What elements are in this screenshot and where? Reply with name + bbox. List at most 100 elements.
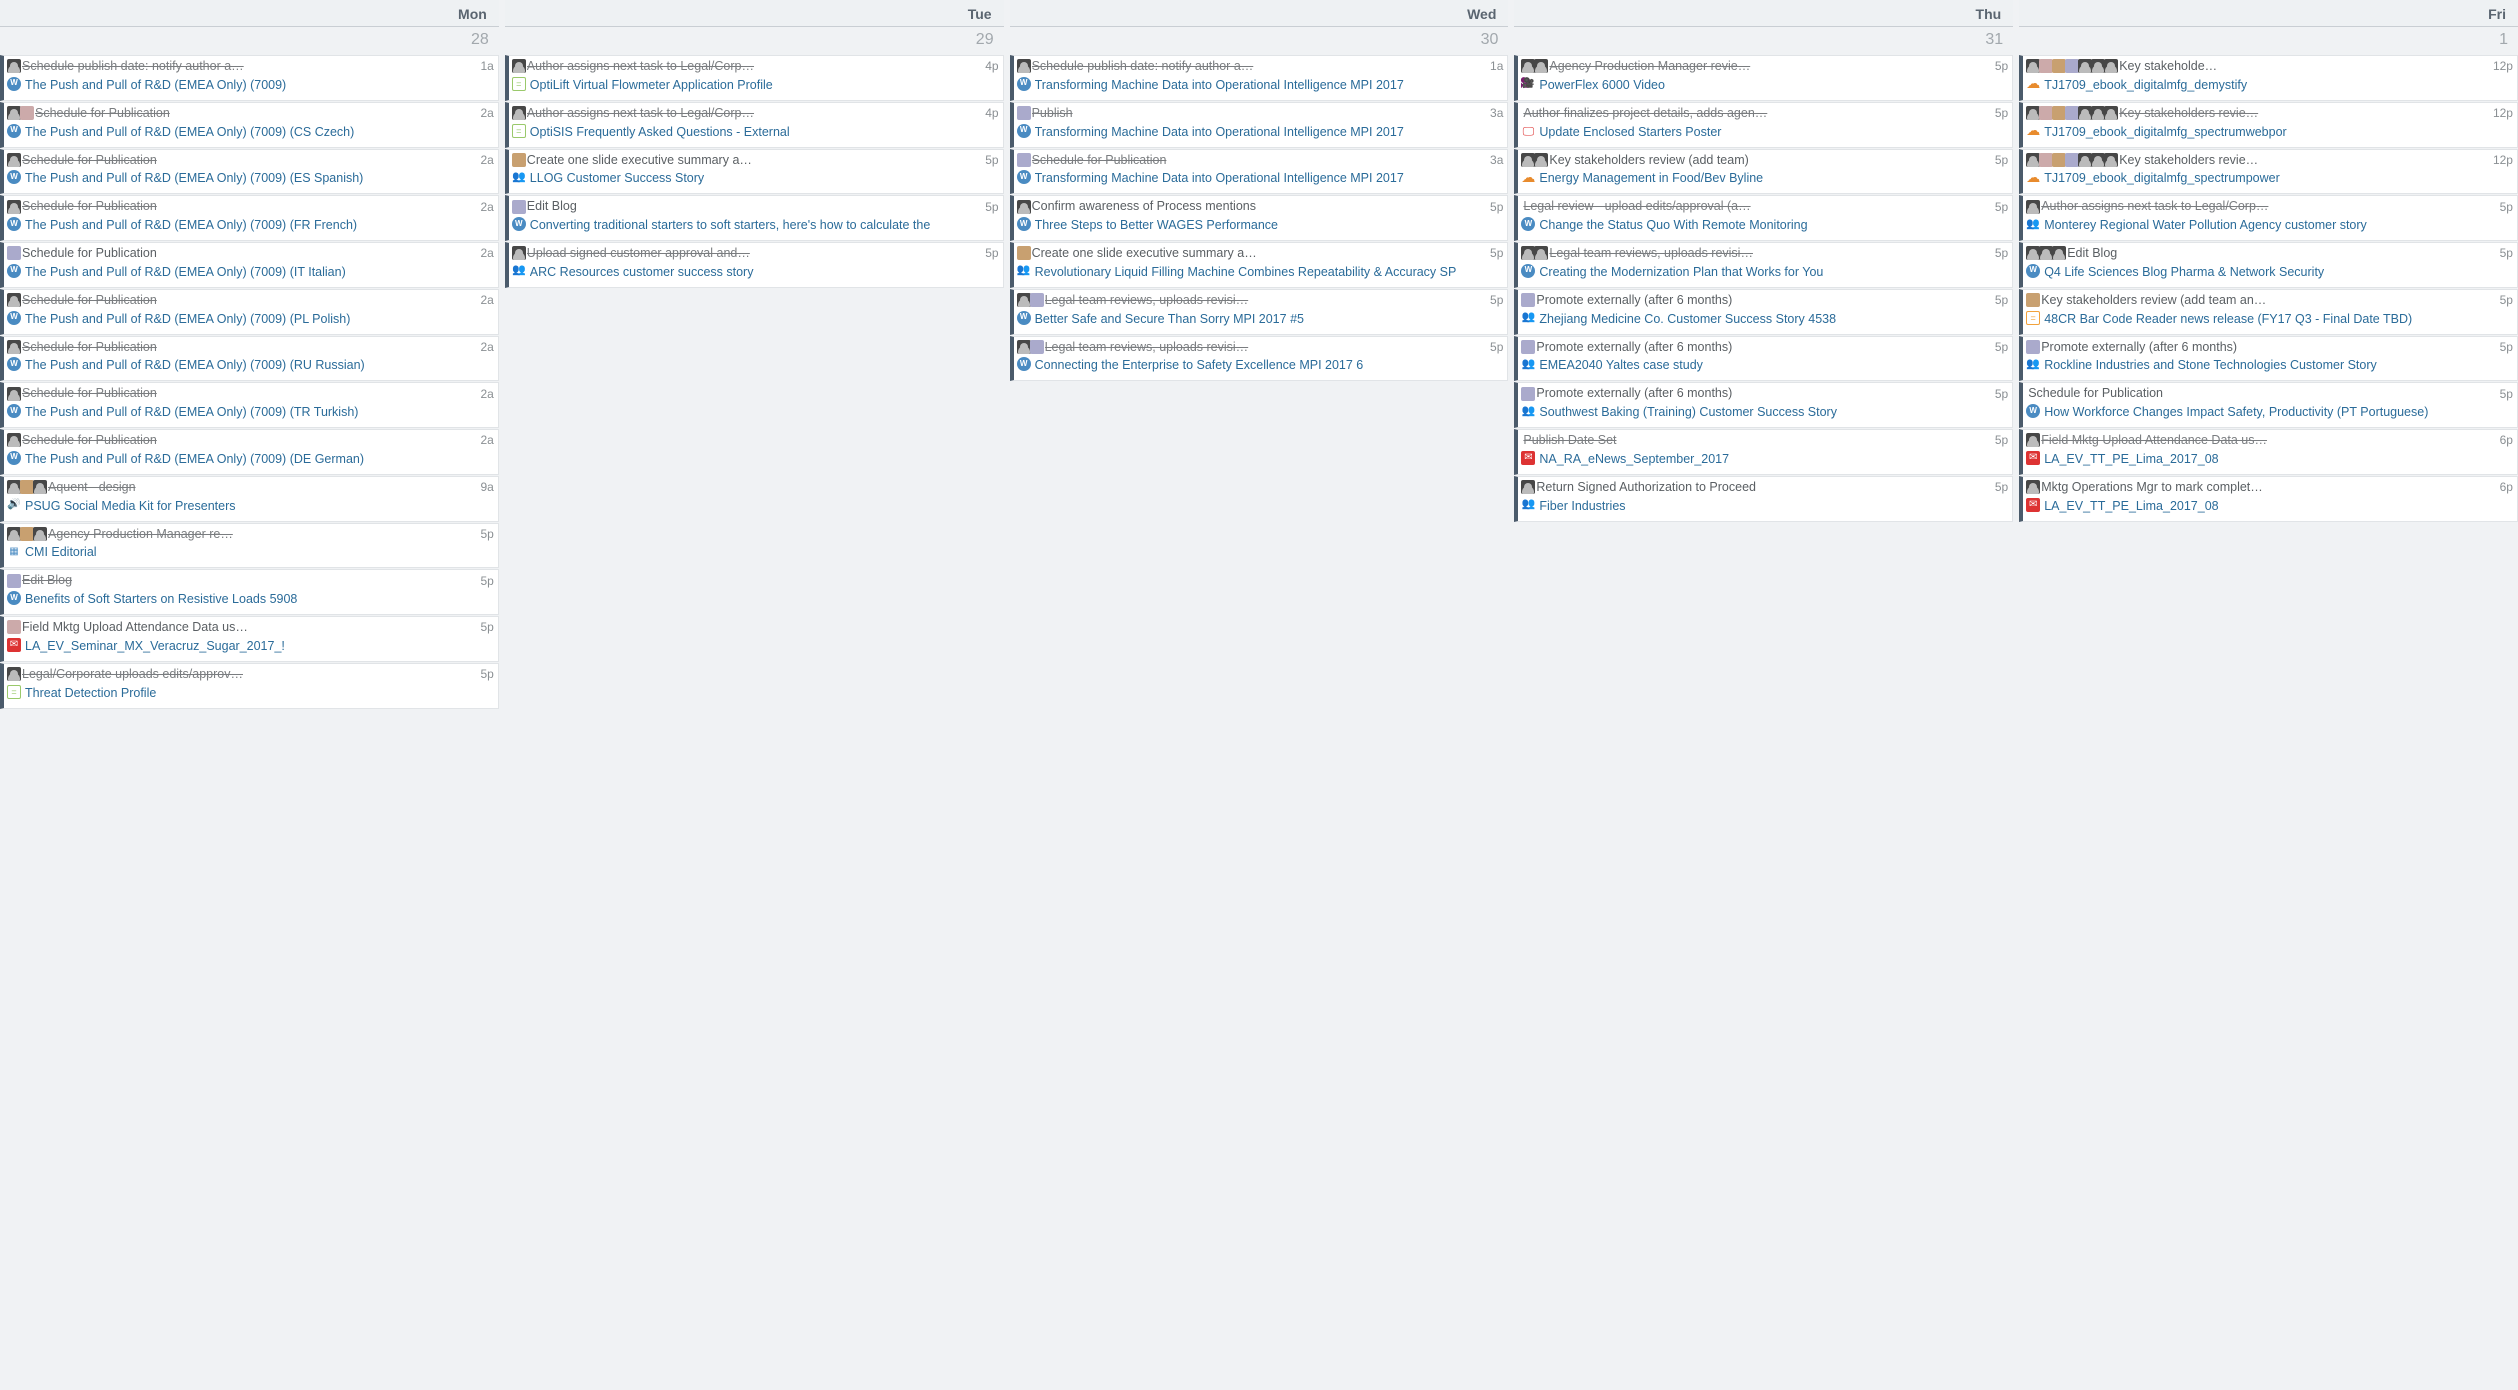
- event-time: 2a: [477, 199, 493, 215]
- event-time: 5p: [982, 245, 998, 261]
- event-title: Return Signed Authorization to Proceed: [1536, 479, 1989, 496]
- event-card[interactable]: Schedule for Publication2aThe Push and P…: [0, 102, 499, 148]
- doc-icon: [512, 124, 526, 138]
- event-subject: The Push and Pull of R&D (EMEA Only) (70…: [25, 264, 348, 281]
- event-card[interactable]: Confirm awareness of Process mentions5pT…: [1010, 195, 1509, 241]
- event-subject-row: Connecting the Enterprise to Safety Exce…: [1017, 355, 1504, 374]
- event-card[interactable]: Schedule for Publication2aThe Push and P…: [0, 429, 499, 475]
- event-subject-row: How Workforce Changes Impact Safety, Pro…: [2026, 402, 2513, 421]
- event-header-row: Aquent - design9a: [7, 479, 494, 496]
- event-card[interactable]: Publish3aTransforming Machine Data into …: [1010, 102, 1509, 148]
- event-card[interactable]: Edit Blog5pQ4 Life Sciences Blog Pharma …: [2019, 242, 2518, 288]
- group-icon: [1017, 264, 1031, 278]
- avatar-icon: [2078, 106, 2092, 120]
- event-time: 2a: [477, 245, 493, 261]
- event-card[interactable]: Publish Date Set5pNA_RA_eNews_September_…: [1514, 429, 2013, 475]
- event-subject: LA_EV_Seminar_MX_Veracruz_Sugar_2017_!: [25, 638, 287, 655]
- event-card[interactable]: Legal team reviews, uploads revisi…5pCre…: [1514, 242, 2013, 288]
- avatar-icon: [1521, 153, 1535, 167]
- event-card[interactable]: Key stakeholders revie…12pTJ1709_ebook_d…: [2019, 102, 2518, 148]
- event-card[interactable]: Author assigns next task to Legal/Corp…4…: [505, 55, 1004, 101]
- event-card[interactable]: Mktg Operations Mgr to mark complet…6pLA…: [2019, 476, 2518, 522]
- assignee-avatars: [7, 433, 20, 447]
- avatar-icon: [7, 667, 21, 681]
- event-title: Upload signed customer approval and…: [527, 245, 980, 262]
- event-header-row: Edit Blog5p: [2026, 245, 2513, 262]
- event-card[interactable]: Promote externally (after 6 months)5pZhe…: [1514, 289, 2013, 335]
- event-subject: Transforming Machine Data into Operation…: [1035, 77, 1406, 94]
- event-time: 5p: [1992, 339, 2008, 355]
- event-card[interactable]: Schedule for Publication2aThe Push and P…: [0, 242, 499, 288]
- event-title: Key stakeholders review (add team an…: [2041, 292, 2494, 309]
- event-time: 9a: [477, 479, 493, 495]
- event-card[interactable]: Legal/Corporate uploads edits/approv…5pT…: [0, 663, 499, 709]
- event-subject-row: Threat Detection Profile: [7, 683, 494, 702]
- avatar-icon: [1521, 246, 1535, 260]
- event-card[interactable]: Key stakeholde…12pTJ1709_ebook_digitalmf…: [2019, 55, 2518, 101]
- event-card[interactable]: Edit Blog5pBenefits of Soft Starters on …: [0, 569, 499, 615]
- event-card[interactable]: Promote externally (after 6 months)5pEME…: [1514, 336, 2013, 382]
- event-subject-row: The Push and Pull of R&D (EMEA Only) (70…: [7, 309, 494, 328]
- event-header-row: Schedule for Publication3a: [1017, 152, 1504, 169]
- event-card[interactable]: Agency Production Manager revie…5pPowerF…: [1514, 55, 2013, 101]
- event-card[interactable]: Author assigns next task to Legal/Corp…4…: [505, 102, 1004, 148]
- avatar-icon: [7, 387, 21, 401]
- event-card[interactable]: Key stakeholders revie…12pTJ1709_ebook_d…: [2019, 149, 2518, 195]
- event-card[interactable]: Field Mktg Upload Attendance Data us…6pL…: [2019, 429, 2518, 475]
- event-card[interactable]: Create one slide executive summary a…5pL…: [505, 149, 1004, 195]
- event-card[interactable]: Edit Blog5pConverting traditional starte…: [505, 195, 1004, 241]
- event-card[interactable]: Schedule for Publication3aTransforming M…: [1010, 149, 1509, 195]
- event-header-row: Legal review - upload edits/approval (a……: [1521, 198, 2008, 215]
- event-card[interactable]: Author assigns next task to Legal/Corp…5…: [2019, 195, 2518, 241]
- event-card[interactable]: Schedule for Publication2aThe Push and P…: [0, 336, 499, 382]
- assignee-avatars: [7, 246, 20, 260]
- event-card[interactable]: Promote externally (after 6 months)5pSou…: [1514, 382, 2013, 428]
- event-card[interactable]: Schedule for Publication2aThe Push and P…: [0, 289, 499, 335]
- event-title: Field Mktg Upload Attendance Data us…: [2041, 432, 2494, 449]
- assignee-avatars: [1017, 59, 1030, 73]
- wp-icon: [1521, 264, 1535, 278]
- event-card[interactable]: Schedule for Publication2aThe Push and P…: [0, 195, 499, 241]
- event-card[interactable]: Key stakeholders review (add team)5pEner…: [1514, 149, 2013, 195]
- event-card[interactable]: Create one slide executive summary a…5pR…: [1010, 242, 1509, 288]
- event-title: Author finalizes project details, adds a…: [1523, 105, 1989, 122]
- event-card[interactable]: Schedule publish date: notify author a…1…: [0, 55, 499, 101]
- event-card[interactable]: Field Mktg Upload Attendance Data us…5pL…: [0, 616, 499, 662]
- avatar-icon: [33, 480, 47, 494]
- event-subject: Better Safe and Secure Than Sorry MPI 20…: [1035, 311, 1306, 328]
- event-title: Schedule for Publication: [22, 198, 475, 215]
- assignee-avatars: [1017, 106, 1030, 120]
- event-card[interactable]: Author finalizes project details, adds a…: [1514, 102, 2013, 148]
- event-card[interactable]: Legal team reviews, uploads revisi…5pCon…: [1010, 336, 1509, 382]
- assignee-avatars: [7, 106, 33, 120]
- event-card[interactable]: Schedule for Publication2aThe Push and P…: [0, 382, 499, 428]
- event-time: 5p: [2497, 292, 2513, 308]
- cloud-icon: [2026, 124, 2040, 138]
- event-card[interactable]: Agency Production Manager re…5pCMI Edito…: [0, 523, 499, 569]
- event-card[interactable]: Promote externally (after 6 months)5pRoc…: [2019, 336, 2518, 382]
- event-card[interactable]: Legal team reviews, uploads revisi…5pBet…: [1010, 289, 1509, 335]
- event-card[interactable]: Legal review - upload edits/approval (a……: [1514, 195, 2013, 241]
- group-icon: [2026, 217, 2040, 231]
- event-card[interactable]: Key stakeholders review (add team an…5p4…: [2019, 289, 2518, 335]
- avatar-icon: [2078, 59, 2092, 73]
- event-card[interactable]: Upload signed customer approval and…5pAR…: [505, 242, 1004, 288]
- event-title: Agency Production Manager revie…: [1549, 58, 1989, 75]
- event-header-row: Promote externally (after 6 months)5p: [1521, 339, 2008, 356]
- event-card[interactable]: Return Signed Authorization to Proceed5p…: [1514, 476, 2013, 522]
- event-time: 2a: [477, 105, 493, 121]
- event-card[interactable]: Schedule publish date: notify author a…1…: [1010, 55, 1509, 101]
- event-subject-row: Rockline Industries and Stone Technologi…: [2026, 355, 2513, 374]
- event-title: Agency Production Manager re…: [48, 526, 475, 543]
- event-subject: TJ1709_ebook_digitalmfg_spectrumwebpor: [2044, 124, 2289, 141]
- day-events: Key stakeholde…12pTJ1709_ebook_digitalmf…: [2019, 55, 2518, 522]
- event-card[interactable]: Aquent - design9aPSUG Social Media Kit f…: [0, 476, 499, 522]
- wp-icon: [2026, 404, 2040, 418]
- wp-icon: [7, 451, 21, 465]
- wp-icon: [1017, 170, 1031, 184]
- event-header-row: Legal/Corporate uploads edits/approv…5p: [7, 666, 494, 683]
- event-card[interactable]: Schedule for Publication5pHow Workforce …: [2019, 382, 2518, 428]
- event-subject-row: Creating the Modernization Plan that Wor…: [1521, 262, 2008, 281]
- event-subject: Three Steps to Better WAGES Performance: [1035, 217, 1280, 234]
- event-card[interactable]: Schedule for Publication2aThe Push and P…: [0, 149, 499, 195]
